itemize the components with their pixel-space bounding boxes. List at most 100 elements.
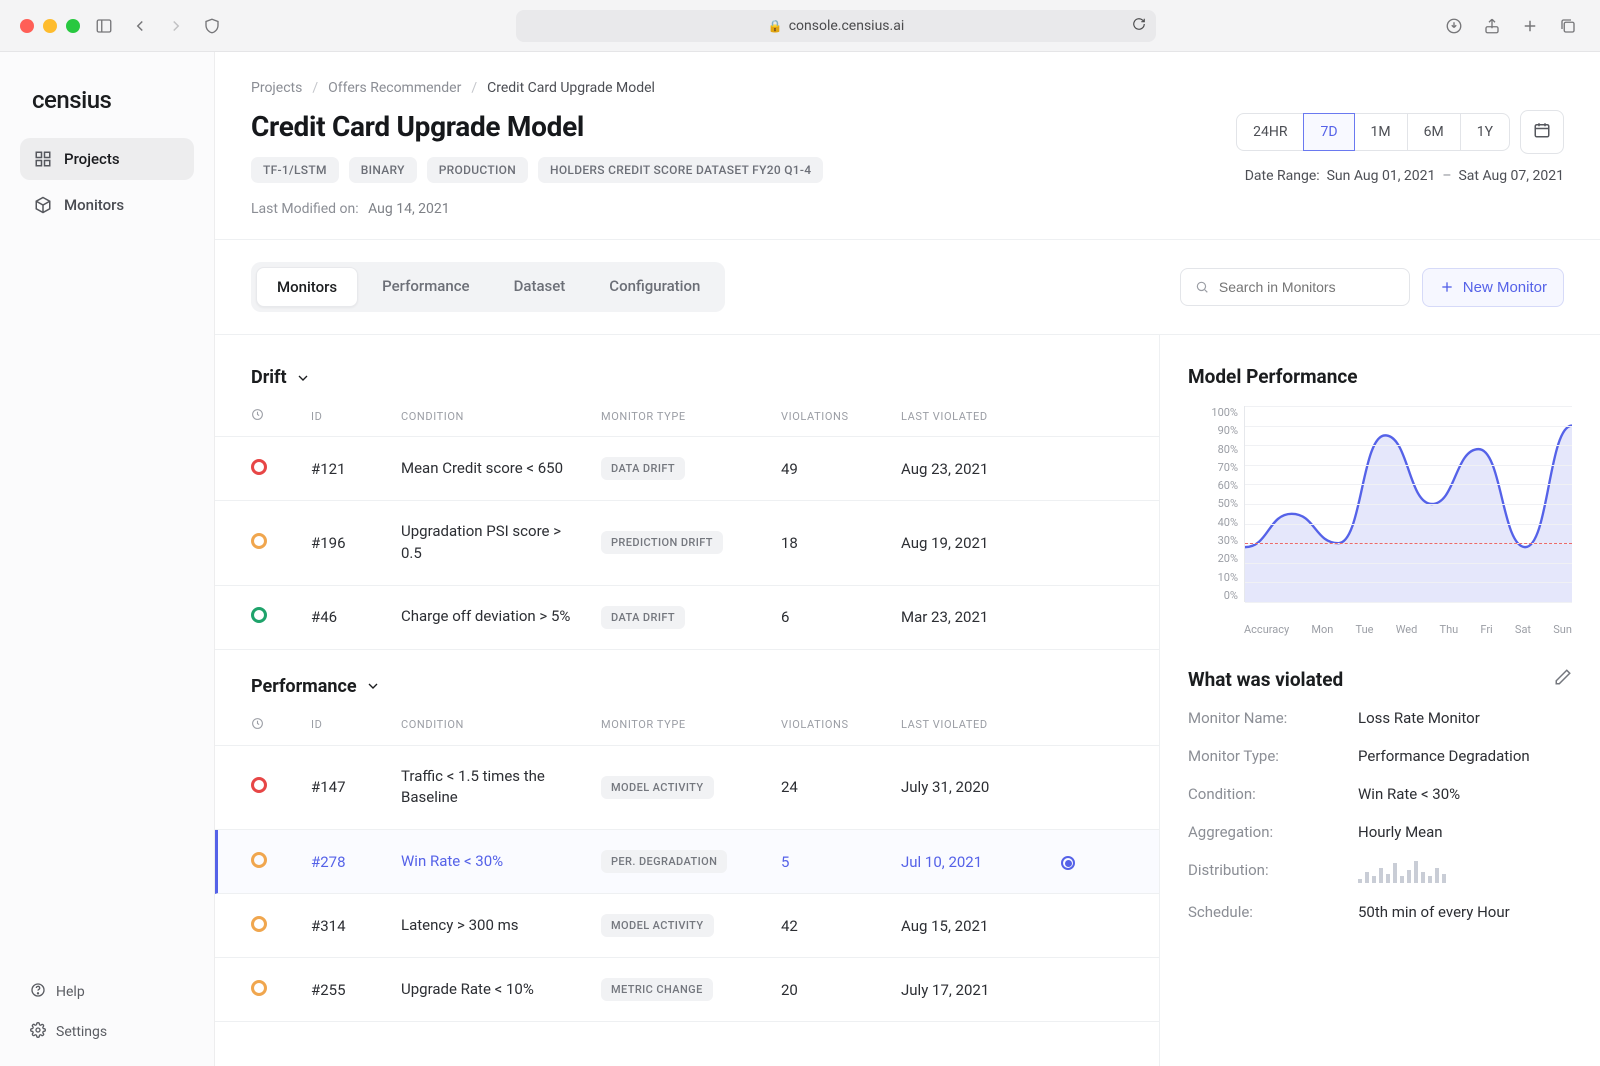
tab-configuration[interactable]: Configuration: [589, 267, 720, 307]
status-ring-icon: [251, 777, 267, 793]
date-range-to: Sat Aug 07, 2021: [1458, 168, 1564, 184]
row-condition: Traffic < 1.5 times the Baseline: [401, 766, 601, 810]
row-violations: 18: [781, 534, 901, 552]
sidebar-item-label: Projects: [64, 150, 120, 168]
kv-monitor-name-k: Monitor Name:: [1188, 709, 1358, 727]
row-last-violated: Aug 15, 2021: [901, 917, 1061, 935]
row-type-badge: METRIC CHANGE: [601, 978, 713, 1001]
status-ring-icon: [251, 533, 267, 549]
table-row[interactable]: #314Latency > 300 msMODEL ACTIVITY42Aug …: [215, 894, 1159, 958]
breadcrumb-current: Credit Card Upgrade Model: [487, 80, 655, 96]
sidebar-toggle-icon[interactable]: [92, 14, 116, 38]
row-violations: 5: [781, 853, 901, 871]
tabs-icon[interactable]: [1556, 14, 1580, 38]
grid-icon: [34, 150, 52, 168]
settings-link[interactable]: Settings: [22, 1016, 192, 1048]
row-type-badge: MODEL ACTIVITY: [601, 914, 714, 937]
col-type: MONITOR TYPE: [601, 410, 781, 423]
row-type-badge: DATA DRIFT: [601, 606, 685, 629]
gear-icon: [30, 1022, 46, 1042]
status-ring-icon: [251, 459, 267, 475]
row-last-violated: Aug 19, 2021: [901, 534, 1061, 552]
help-link[interactable]: Help: [22, 976, 192, 1008]
calendar-button[interactable]: [1520, 110, 1564, 154]
table-row[interactable]: #278Win Rate < 30%PER. DEGRADATION5Jul 1…: [215, 830, 1159, 894]
col-last: LAST VIOLATED: [901, 410, 1061, 423]
edit-icon[interactable]: [1554, 668, 1572, 691]
window-controls[interactable]: [20, 19, 80, 33]
date-range-pills: 24HR7D1M6M1Y: [1237, 113, 1510, 151]
col-condition: CONDITION: [401, 718, 601, 731]
row-last-violated: July 31, 2020: [901, 778, 1061, 796]
back-icon[interactable]: [128, 14, 152, 38]
row-violations: 49: [781, 460, 901, 478]
range-pill-6m[interactable]: 6M: [1407, 113, 1461, 151]
sidebar-item-monitors[interactable]: Monitors: [20, 184, 194, 226]
table-row[interactable]: #147Traffic < 1.5 times the BaselineMODE…: [215, 746, 1159, 831]
close-window-icon[interactable]: [20, 19, 34, 33]
brand-logo: censius: [0, 76, 214, 138]
url-bar[interactable]: 🔒 console.censius.ai: [516, 10, 1156, 42]
section-title-drift[interactable]: Drift: [215, 361, 1159, 402]
status-ring-icon: [251, 852, 267, 868]
fullscreen-window-icon[interactable]: [66, 19, 80, 33]
shield-icon[interactable]: [200, 14, 224, 38]
kv-schedule-v: 50th min of every Hour: [1358, 903, 1572, 921]
search-input[interactable]: [1180, 268, 1410, 306]
col-status: [251, 717, 311, 733]
share-icon[interactable]: [1480, 14, 1504, 38]
new-monitor-label: New Monitor: [1463, 279, 1547, 296]
table-row[interactable]: #196Upgradation PSI score > 0.5PREDICTIO…: [215, 501, 1159, 586]
row-violations: 20: [781, 981, 901, 999]
download-icon[interactable]: [1442, 14, 1466, 38]
selected-radio-icon[interactable]: [1061, 856, 1075, 870]
section-title-performance[interactable]: Performance: [215, 670, 1159, 711]
row-id: #196: [311, 534, 401, 552]
status-ring-icon: [251, 980, 267, 996]
kv-aggregation-k: Aggregation:: [1188, 823, 1358, 841]
kv-monitor-type-k: Monitor Type:: [1188, 747, 1358, 765]
row-condition: Win Rate < 30%: [401, 851, 601, 873]
status-ring-icon: [251, 916, 267, 932]
col-condition: CONDITION: [401, 410, 601, 423]
table-row[interactable]: #121Mean Credit score < 650DATA DRIFT49A…: [215, 437, 1159, 501]
new-monitor-button[interactable]: New Monitor: [1422, 268, 1564, 307]
kv-distribution-k: Distribution:: [1188, 861, 1358, 883]
range-pill-24hr[interactable]: 24HR: [1236, 113, 1304, 151]
breadcrumb-project[interactable]: Offers Recommender: [328, 80, 461, 96]
breadcrumb-root[interactable]: Projects: [251, 80, 302, 96]
row-id: #278: [311, 853, 401, 871]
table-row[interactable]: #46Charge off deviation > 5%DATA DRIFT6M…: [215, 586, 1159, 650]
sidebar-item-projects[interactable]: Projects: [20, 138, 194, 180]
row-type-badge: DATA DRIFT: [601, 457, 685, 480]
row-id: #46: [311, 608, 401, 626]
tab-performance[interactable]: Performance: [362, 267, 489, 307]
model-tags: TF-1/LSTMBINARYPRODUCTIONHOLDERS CREDIT …: [251, 157, 823, 183]
search-field[interactable]: [1219, 279, 1395, 295]
range-pill-7d[interactable]: 7D: [1303, 113, 1354, 151]
new-tab-icon[interactable]: [1518, 14, 1542, 38]
col-status: [251, 408, 311, 424]
forward-icon[interactable]: [164, 14, 188, 38]
row-id: #314: [311, 917, 401, 935]
row-condition: Latency > 300 ms: [401, 915, 601, 937]
cube-icon: [34, 196, 52, 214]
tab-dataset[interactable]: Dataset: [494, 267, 586, 307]
breadcrumb: Projects / Offers Recommender / Credit C…: [251, 80, 1564, 96]
minimize-window-icon[interactable]: [43, 19, 57, 33]
row-last-violated: Mar 23, 2021: [901, 608, 1061, 626]
table-row[interactable]: #255Upgrade Rate < 10%METRIC CHANGE20Jul…: [215, 958, 1159, 1022]
sidebar-item-label: Monitors: [64, 196, 124, 214]
kv-aggregation-v: Hourly Mean: [1358, 823, 1572, 841]
row-last-violated: Jul 10, 2021: [901, 853, 1061, 871]
range-pill-1m[interactable]: 1M: [1354, 113, 1408, 151]
kv-monitor-name-v: Loss Rate Monitor: [1358, 709, 1572, 727]
plus-icon: [1439, 279, 1455, 295]
range-pill-1y[interactable]: 1Y: [1460, 113, 1510, 151]
reload-icon[interactable]: [1132, 17, 1146, 35]
model-tag: HOLDERS CREDIT SCORE DATASET FY20 Q1-4: [538, 157, 823, 183]
row-violations: 6: [781, 608, 901, 626]
tab-monitors[interactable]: Monitors: [256, 267, 358, 307]
model-tag: PRODUCTION: [427, 157, 528, 183]
chevron-down-icon: [295, 370, 311, 386]
